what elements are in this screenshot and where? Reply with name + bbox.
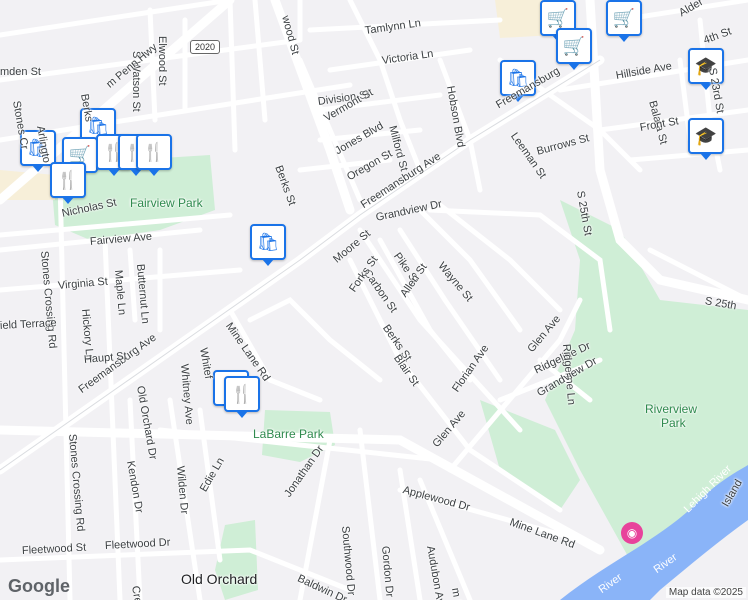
- place-label-old-orchard: Old Orchard: [181, 571, 258, 587]
- restaurant-icon[interactable]: 🍴: [136, 134, 172, 176]
- park-label-labarre: LaBarre Park: [253, 427, 324, 441]
- highway-shield: 2020: [190, 40, 221, 54]
- restaurant-icon[interactable]: 🍴: [224, 376, 260, 418]
- park-label-riverview: Riverview: [645, 402, 698, 416]
- park-label-riverview-2: Park: [661, 416, 686, 430]
- attraction-icon[interactable]: ◉: [621, 522, 643, 544]
- map-attribution: Map data ©2025: [665, 587, 746, 598]
- shopping-cart-icon[interactable]: 🛒: [556, 28, 592, 70]
- shopping-cart-icon[interactable]: 🛒: [606, 0, 642, 42]
- street-label: mden St: [0, 66, 41, 78]
- map-canvas[interactable]: ◉ 🛍🛍🛍🛒🛒🍴🍴🍴🍴🎓🎓🛍🛒🛒🍴🍴 mden St Elwood St S W…: [0, 0, 748, 600]
- street-label: Elwood St: [156, 36, 168, 86]
- restaurant-icon[interactable]: 🍴: [50, 162, 86, 204]
- google-logo: Google: [8, 576, 70, 596]
- school-icon[interactable]: 🎓: [688, 118, 724, 160]
- shopping-bag-icon[interactable]: 🛍: [250, 224, 286, 266]
- park-label-fairview: Fairview Park: [130, 196, 203, 210]
